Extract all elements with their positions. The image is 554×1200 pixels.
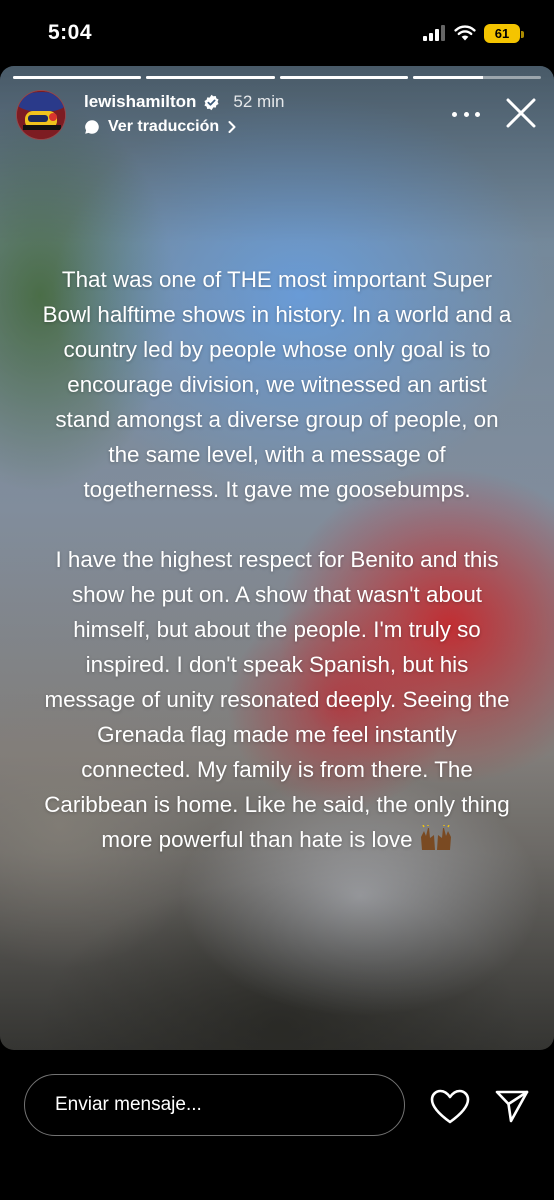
progress-segment [412, 76, 541, 79]
story-header: lewishamilton 52 min Ver traducción [16, 90, 538, 146]
translate-link[interactable]: Ver traducción [84, 118, 237, 136]
caption-paragraph-2: I have the highest respect for Benito an… [40, 542, 514, 857]
raising-hands-emoji [420, 825, 451, 850]
avatar[interactable] [16, 90, 66, 140]
speech-bubble-icon [85, 120, 99, 134]
story-caption: That was one of THE most important Super… [40, 262, 514, 857]
verified-badge-icon [204, 94, 219, 110]
cellular-signal-icon [423, 25, 445, 41]
chevron-right-icon [228, 121, 236, 133]
status-time: 5:04 [48, 21, 93, 44]
more-horizontal-icon [475, 111, 480, 117]
username-row: lewishamilton 52 min [84, 92, 284, 112]
more-horizontal-icon [463, 111, 469, 117]
reply-bar [0, 1050, 554, 1200]
battery-indicator: 61 [484, 23, 524, 43]
profile-picture [17, 91, 65, 139]
heart-icon[interactable] [430, 1089, 470, 1125]
progress-segment [146, 76, 275, 79]
username[interactable]: lewishamilton [84, 92, 196, 112]
more-horizontal-icon [452, 111, 457, 117]
status-bar: 5:04 61 [0, 0, 554, 66]
more-options-button[interactable] [452, 104, 480, 124]
progress-segment [279, 76, 408, 79]
send-icon[interactable] [494, 1088, 530, 1124]
caption-paragraph-1: That was one of THE most important Super… [42, 267, 512, 502]
progress-fill [412, 76, 484, 79]
progress-fill [279, 76, 408, 79]
progress-fill [146, 76, 275, 79]
status-icons: 61 [422, 23, 524, 43]
message-input[interactable] [24, 1074, 405, 1136]
wifi-icon [454, 25, 476, 41]
story-progress-bar [13, 76, 541, 79]
caption-paragraph-2-text: I have the highest respect for Benito an… [44, 547, 510, 852]
close-icon[interactable] [504, 96, 538, 130]
progress-segment [13, 76, 142, 79]
progress-fill [13, 76, 142, 79]
post-time: 52 min [233, 92, 285, 111]
story-viewer[interactable]: lewishamilton 52 min Ver traducción That… [0, 66, 554, 1050]
translate-label: Ver traducción [108, 118, 220, 135]
